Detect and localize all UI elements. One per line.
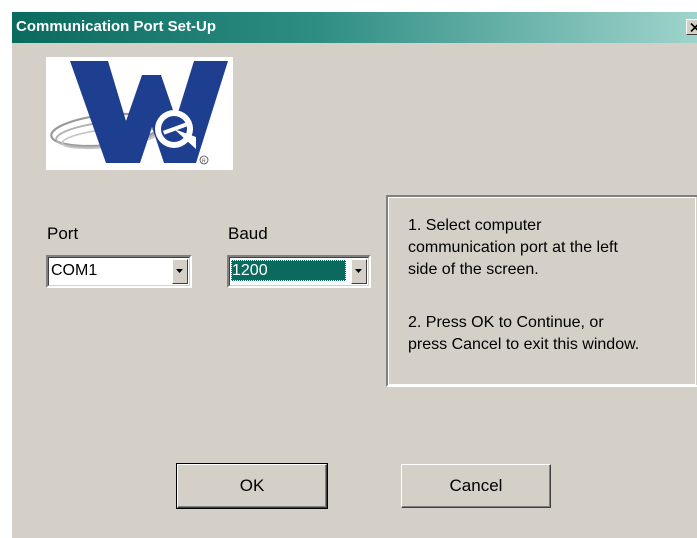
port-dropdown-button[interactable]	[172, 259, 188, 284]
instruction-line: side of the screen.	[408, 261, 539, 278]
svg-text:R: R	[202, 159, 206, 165]
close-button[interactable]	[686, 19, 697, 35]
title-bar[interactable]: Communication Port Set-Up	[12, 12, 697, 43]
ok-button[interactable]: OK	[176, 463, 328, 509]
chevron-down-icon	[176, 269, 183, 273]
chevron-down-icon	[355, 269, 362, 273]
instructions-panel: 1. Select computer communication port at…	[386, 195, 697, 387]
baud-select-value: 1200	[231, 260, 346, 281]
instruction-line: communication port at the left	[408, 239, 618, 256]
instruction-line: 2. Press OK to Continue, or	[408, 314, 604, 331]
port-label: Port	[47, 224, 79, 243]
close-icon	[690, 23, 697, 32]
baud-dropdown-button[interactable]	[351, 259, 367, 284]
cancel-button[interactable]: Cancel	[401, 464, 551, 508]
instruction-line: press Cancel to exit this window.	[408, 336, 640, 353]
port-setup-dialog: Communication Port Set-Up R Port COM1 Ba…	[11, 12, 697, 538]
company-logo: R	[46, 57, 233, 170]
we-logo-icon: R	[50, 61, 228, 165]
port-select[interactable]: COM1	[46, 255, 192, 288]
port-select-value: COM1	[51, 262, 98, 279]
baud-select[interactable]: 1200	[227, 255, 371, 288]
instruction-line: 1. Select computer	[408, 217, 542, 234]
window-title: Communication Port Set-Up	[16, 18, 217, 35]
baud-label: Baud	[228, 224, 268, 243]
